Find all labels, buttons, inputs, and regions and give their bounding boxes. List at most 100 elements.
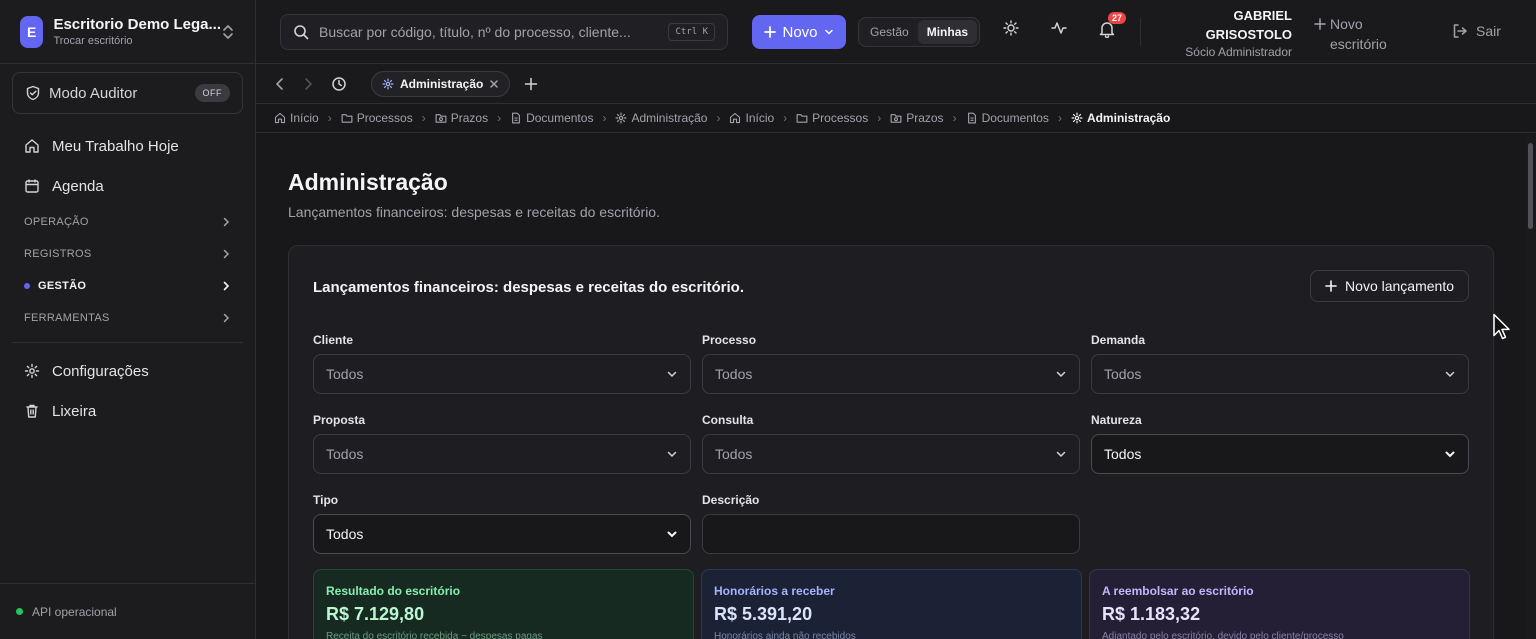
search-icon <box>293 24 309 40</box>
natureza-select[interactable]: Todos <box>1091 434 1469 474</box>
breadcrumb-item-documentos[interactable]: Documentos <box>510 111 593 125</box>
sidebar-item-agenda[interactable]: Agenda <box>12 166 243 206</box>
user-first-name: GABRIEL <box>1233 8 1293 23</box>
chevron-down-icon <box>666 368 678 380</box>
new-office-button[interactable]: Novo escritório <box>1314 14 1400 54</box>
select-value: Todos <box>326 526 364 542</box>
tipo-select[interactable]: Todos <box>313 514 691 554</box>
breadcrumb-separator: › <box>952 111 957 125</box>
stat-label: Resultado do escritório <box>326 584 461 598</box>
global-search[interactable]: Ctrl K <box>280 14 728 50</box>
tab-label: Administração <box>400 77 484 91</box>
breadcrumb-label: Documentos <box>526 111 594 125</box>
stat-note: Honorários ainda não recebidos <box>714 631 856 639</box>
breadcrumb-label: Início <box>290 111 319 125</box>
sidebar-section-operacao[interactable]: OPERAÇÃO <box>12 206 243 238</box>
back-arrow-icon[interactable] <box>274 77 286 91</box>
gear-icon <box>382 78 394 90</box>
stat-value: R$ 5.391,20 <box>714 604 813 624</box>
scope-option-gestao[interactable]: Gestão <box>861 20 918 44</box>
chevron-down-icon <box>1444 368 1456 380</box>
new-item-button[interactable]: Novo <box>752 15 846 49</box>
notification-count-badge: 27 <box>1108 12 1127 24</box>
user-info[interactable]: GABRIEL GRISOSTOLO Sócio Administrador <box>1156 6 1292 59</box>
breadcrumb-item-processos[interactable]: Processos <box>796 111 868 125</box>
filter-label: Tipo <box>313 493 339 507</box>
filter-label: Cliente <box>313 333 354 347</box>
breadcrumb-separator: › <box>327 111 332 125</box>
folder-icon <box>341 112 353 124</box>
breadcrumb-separator: › <box>1057 111 1062 125</box>
scrollbar-thumb[interactable] <box>1528 143 1533 229</box>
add-tab-icon[interactable] <box>524 77 538 91</box>
section-label: FERRAMENTAS <box>24 312 110 324</box>
tab-administracao[interactable]: Administração <box>371 71 511 97</box>
filter-proposta: Proposta Todos <box>313 413 691 474</box>
processo-select[interactable]: Todos <box>702 354 1080 394</box>
logout-button[interactable]: Sair <box>1452 23 1501 39</box>
select-value: Todos <box>715 366 753 382</box>
chevron-right-icon <box>221 281 231 291</box>
new-entry-button[interactable]: Novo lançamento <box>1310 270 1469 302</box>
descricao-input[interactable] <box>702 514 1080 554</box>
filter-label: Demanda <box>1091 333 1146 347</box>
chevron-down-icon <box>666 448 678 460</box>
breadcrumb-separator: › <box>421 111 426 125</box>
breadcrumb-item-processos[interactable]: Processos <box>341 111 413 125</box>
breadcrumb-item-current: Administração <box>1071 111 1170 125</box>
breadcrumb-item-prazos[interactable]: Prazos <box>890 111 944 125</box>
gear-icon <box>615 112 627 124</box>
demanda-select[interactable]: Todos <box>1091 354 1469 394</box>
breadcrumb-separator: › <box>602 111 607 125</box>
forward-arrow-icon[interactable] <box>302 77 314 91</box>
search-shortcut: Ctrl K <box>668 23 715 41</box>
stat-note: Adiantado pelo escritório, devido pelo c… <box>1102 631 1344 639</box>
breadcrumb-label: Prazos <box>906 111 944 125</box>
sidebar-section-gestao[interactable]: GESTÃO <box>12 270 243 302</box>
org-switcher[interactable]: E Escritorio Demo Lega... Trocar escritó… <box>0 0 255 64</box>
home-icon <box>24 138 40 154</box>
breadcrumb-separator: › <box>783 111 788 125</box>
breadcrumb-item-documentos[interactable]: Documentos <box>966 111 1049 125</box>
cliente-select[interactable]: Todos <box>313 354 691 394</box>
status-dot <box>16 608 23 615</box>
new-office-label: Novo escritório <box>1330 16 1387 52</box>
breadcrumb-label: Processos <box>356 111 413 125</box>
breadcrumb-item-prazos[interactable]: Prazos <box>435 111 488 125</box>
close-icon[interactable] <box>489 79 499 89</box>
breadcrumb-item-inicio[interactable]: Início <box>729 111 774 125</box>
scope-option-minhas[interactable]: Minhas <box>917 20 978 44</box>
breadcrumb-separator: › <box>716 111 721 125</box>
select-value: Todos <box>1104 366 1142 382</box>
search-input[interactable] <box>319 24 669 40</box>
sidebar-item-lixeira[interactable]: Lixeira <box>12 391 243 431</box>
sidebar-nav: Meu Trabalho Hoje Agenda OPERAÇÃO REGIST… <box>12 126 243 343</box>
section-label: REGISTROS <box>24 248 92 260</box>
sidebar-item-configuracoes[interactable]: Configurações <box>12 351 243 391</box>
breadcrumb-label: Processos <box>812 111 869 125</box>
activity-icon[interactable] <box>1051 20 1067 36</box>
sidebar-section-ferramentas[interactable]: FERRAMENTAS <box>12 302 243 334</box>
sidebar-item-meu-trabalho[interactable]: Meu Trabalho Hoje <box>12 126 243 166</box>
auditor-mode-toggle[interactable]: Modo Auditor OFF <box>12 72 243 114</box>
main-scrollbar[interactable] <box>1526 133 1536 639</box>
filter-processo: Processo Todos <box>702 333 1080 394</box>
calendar-folder-icon <box>435 112 447 124</box>
filter-natureza: Natureza Todos <box>1091 413 1469 474</box>
plus-icon <box>764 26 777 38</box>
breadcrumb-label: Administração <box>1086 111 1171 125</box>
sidebar-section-registros[interactable]: REGISTROS <box>12 238 243 270</box>
breadcrumb-item-administracao[interactable]: Administração <box>615 111 707 125</box>
history-icon[interactable] <box>331 76 347 92</box>
sun-icon[interactable] <box>1003 20 1019 36</box>
trash-icon <box>24 403 40 419</box>
breadcrumb-item-inicio[interactable]: Início <box>274 111 319 125</box>
sidebar-item-label: Configurações <box>52 362 149 380</box>
chevron-right-icon <box>221 249 231 259</box>
sidebar-nav-bottom: Configurações Lixeira <box>12 351 243 431</box>
section-label: GESTÃO <box>38 280 87 292</box>
consulta-select[interactable]: Todos <box>702 434 1080 474</box>
proposta-select[interactable]: Todos <box>313 434 691 474</box>
breadcrumb-label: Documentos <box>981 111 1049 125</box>
select-value: Todos <box>715 446 753 462</box>
